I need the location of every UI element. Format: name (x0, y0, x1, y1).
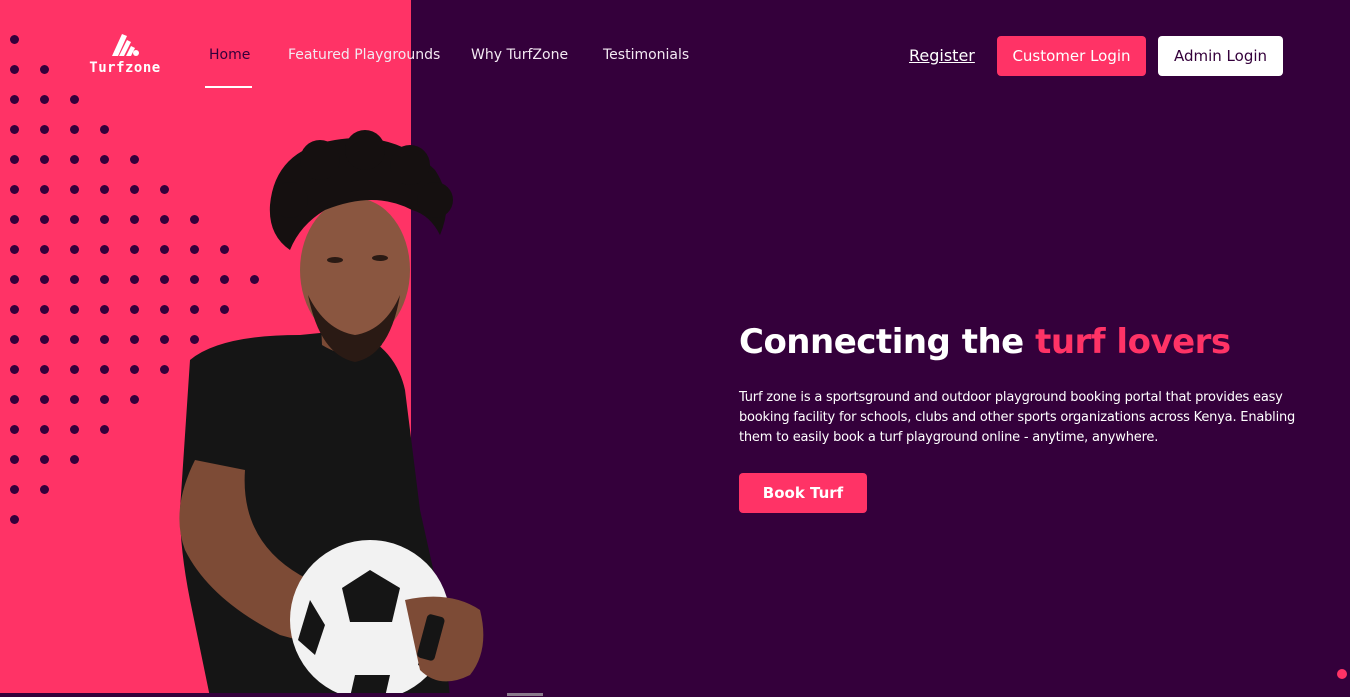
pattern-dot (40, 485, 49, 494)
pattern-dot (40, 155, 49, 164)
pattern-dot (40, 365, 49, 374)
pattern-dot (130, 215, 139, 224)
nav-item-home[interactable]: Home (209, 47, 250, 63)
admin-login-button[interactable]: Admin Login (1158, 36, 1283, 76)
hero-player-image (179, 130, 484, 697)
pattern-dot (70, 245, 79, 254)
pattern-dot (40, 395, 49, 404)
pattern-dot (10, 515, 19, 524)
pattern-dot (40, 305, 49, 314)
pattern-dot (100, 245, 109, 254)
pattern-dot (130, 185, 139, 194)
hero-description: Turf zone is a sportsground and outdoor … (739, 390, 1296, 445)
pattern-dot (70, 305, 79, 314)
nav-item-why-turfzone[interactable]: Why TurfZone (471, 47, 568, 63)
pattern-dot (40, 245, 49, 254)
pattern-dot (40, 95, 49, 104)
scroll-indicator-dot (1337, 669, 1347, 679)
register-link[interactable]: Register (909, 46, 975, 65)
hero-title: Connecting the turf lovers (739, 322, 1231, 362)
brand-logo[interactable]: Turfzone (83, 32, 167, 76)
pattern-dot (70, 335, 79, 344)
pattern-dot (10, 65, 19, 74)
pattern-dot (130, 305, 139, 314)
pattern-dot (70, 425, 79, 434)
pattern-dot (130, 335, 139, 344)
pattern-dot (100, 395, 109, 404)
pattern-dot (10, 215, 19, 224)
pattern-dot (10, 485, 19, 494)
pattern-dot (10, 305, 19, 314)
pattern-dot (130, 275, 139, 284)
pattern-dot (100, 335, 109, 344)
book-turf-button[interactable]: Book Turf (739, 473, 867, 513)
pattern-dot (70, 215, 79, 224)
pattern-dot (100, 275, 109, 284)
nav-item-featured-playgrounds[interactable]: Featured Playgrounds (288, 47, 440, 63)
pattern-dot (10, 95, 19, 104)
pattern-dot (10, 275, 19, 284)
pattern-dot (130, 365, 139, 374)
pattern-dot (100, 215, 109, 224)
pattern-dot (40, 125, 49, 134)
nav-item-testimonials[interactable]: Testimonials (603, 47, 689, 63)
pattern-dot (10, 155, 19, 164)
hero-title-main: Connecting the (739, 322, 1036, 362)
pattern-dot (40, 275, 49, 284)
pattern-dot (40, 185, 49, 194)
pattern-dot (100, 365, 109, 374)
customer-login-button[interactable]: Customer Login (997, 36, 1146, 76)
active-nav-underline (205, 86, 252, 88)
pattern-dot (40, 215, 49, 224)
pattern-dot (70, 185, 79, 194)
hero-title-accent: turf lovers (1035, 322, 1231, 362)
pattern-dot (10, 245, 19, 254)
pattern-dot (70, 95, 79, 104)
pattern-dot (70, 455, 79, 464)
pattern-dot (100, 155, 109, 164)
pattern-dot (70, 275, 79, 284)
pattern-dot (10, 425, 19, 434)
pattern-dot (40, 65, 49, 74)
pattern-dot (100, 305, 109, 314)
turfzone-logo-icon (112, 34, 139, 56)
pattern-dot (100, 125, 109, 134)
pattern-dot (10, 185, 19, 194)
pattern-dot (100, 185, 109, 194)
horizontal-scrollbar-thumb[interactable] (507, 693, 543, 696)
pattern-dot (10, 335, 19, 344)
pattern-dot (100, 425, 109, 434)
pattern-dot (40, 335, 49, 344)
pattern-dot (10, 35, 19, 44)
brand-name: Turfzone (89, 60, 161, 76)
pattern-dot (40, 425, 49, 434)
pattern-dot (70, 155, 79, 164)
pattern-dot (70, 365, 79, 374)
pattern-dot (40, 455, 49, 464)
pattern-dot (10, 455, 19, 464)
bottom-edge (0, 693, 1350, 697)
pattern-dot (70, 395, 79, 404)
pattern-dot (10, 365, 19, 374)
pattern-dot (130, 395, 139, 404)
pattern-dot (10, 125, 19, 134)
pattern-dot (130, 245, 139, 254)
pattern-dot (130, 155, 139, 164)
pattern-dot (70, 125, 79, 134)
pattern-dot (10, 395, 19, 404)
